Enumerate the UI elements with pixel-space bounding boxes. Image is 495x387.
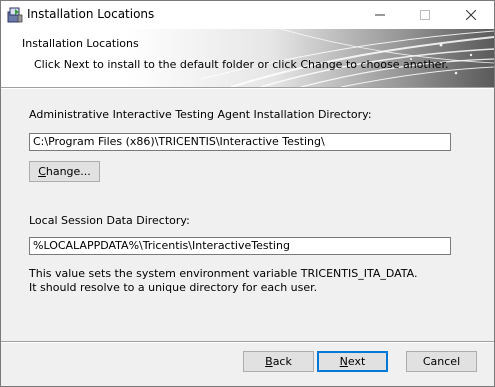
window-title: Installation Locations [27,7,155,21]
maximize-icon [419,10,430,20]
banner-subtitle: Click Next to install to the default fol… [34,58,449,71]
installer-icon [6,6,24,24]
close-button[interactable] [448,1,493,29]
back-button-mnemonic: B [265,355,273,368]
install-dir-field[interactable]: C:\Program Files (x86)\TRICENTIS\Interac… [29,133,451,151]
next-button-label: ext [347,355,366,368]
back-button[interactable]: Back [243,351,314,372]
banner-divider-highlight [1,88,494,89]
back-button-label: ack [272,355,292,368]
next-button-mnemonic: N [339,355,348,368]
change-button-label: hange... [45,165,91,178]
maximize-button[interactable] [402,1,447,29]
footer-divider-highlight [1,342,494,343]
session-note-line2: It should resolve to a unique directory … [29,281,318,294]
banner-heading: Installation Locations [22,37,139,50]
minimize-button[interactable] [357,1,402,29]
title-bar: Installation Locations [1,1,494,29]
change-button[interactable]: Change... [29,161,100,182]
session-dir-field[interactable]: %LOCALAPPDATA%\Tricentis\InteractiveTest… [29,237,451,255]
session-note-line1: This value sets the system environment v… [29,267,418,280]
header-banner: Installation Locations Click Next to ins… [1,29,494,87]
change-button-mnemonic: C [38,165,46,178]
session-dir-label: Local Session Data Directory: [29,214,190,227]
next-button[interactable]: Next [317,351,388,372]
cancel-button-label: Cancel [422,355,461,368]
minimize-icon [374,14,385,16]
install-dir-label: Administrative Interactive Testing Agent… [29,108,372,121]
close-icon [465,10,476,20]
installer-window: Installation Locations Installation Loca… [0,0,495,387]
cancel-button[interactable]: Cancel [406,351,477,372]
